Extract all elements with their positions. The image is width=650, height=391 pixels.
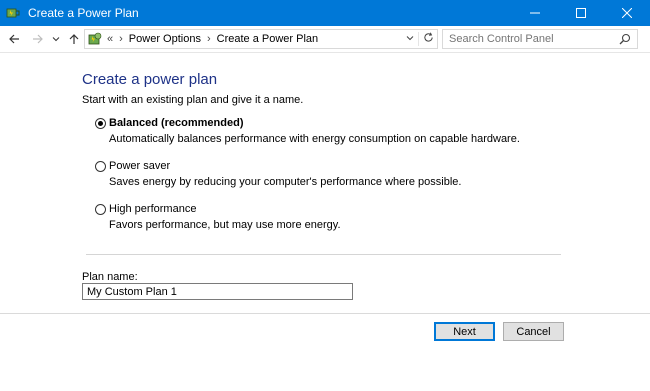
up-button[interactable] <box>67 28 81 50</box>
next-button[interactable]: Next <box>434 322 495 341</box>
divider <box>86 254 561 255</box>
refresh-icon <box>423 32 433 42</box>
option-label[interactable]: High performance <box>109 203 196 215</box>
footer-divider <box>0 313 650 314</box>
maximize-icon <box>576 8 586 18</box>
radio-power-saver[interactable] <box>95 161 106 172</box>
search-input[interactable] <box>443 32 621 46</box>
option-description: Saves energy by reducing your computer's… <box>109 176 462 188</box>
back-button[interactable] <box>6 28 22 50</box>
title-bar: Create a Power Plan <box>0 0 650 26</box>
address-dropdown-button[interactable] <box>402 34 418 45</box>
close-icon <box>622 8 632 18</box>
address-bar[interactable]: « › Power Options › Create a Power Plan <box>84 29 438 49</box>
option-label[interactable]: Balanced (recommended) <box>109 117 243 129</box>
option-label[interactable]: Power saver <box>109 160 170 172</box>
breadcrumb-create-power-plan[interactable]: Create a Power Plan <box>217 33 319 45</box>
arrow-right-icon <box>33 34 43 44</box>
arrow-left-icon <box>9 34 19 44</box>
page-subtitle: Start with an existing plan and give it … <box>82 94 304 106</box>
arrow-up-icon <box>69 34 79 44</box>
window-title: Create a Power Plan <box>28 6 139 20</box>
breadcrumb-overflow[interactable]: « <box>107 33 113 45</box>
search-box[interactable] <box>442 29 638 49</box>
radio-balanced[interactable] <box>95 118 106 129</box>
refresh-button[interactable] <box>418 32 437 46</box>
cancel-button[interactable]: Cancel <box>503 322 564 341</box>
plan-name-label: Plan name: <box>82 271 138 283</box>
page-title: Create a power plan <box>82 71 218 88</box>
maximize-button[interactable] <box>558 0 604 26</box>
recent-locations-button[interactable] <box>51 28 61 50</box>
plan-name-field[interactable] <box>82 283 353 300</box>
minimize-icon <box>530 12 540 14</box>
minimize-button[interactable] <box>512 0 558 26</box>
forward-button[interactable] <box>30 28 46 50</box>
breadcrumb-separator: › <box>119 33 123 45</box>
option-description: Automatically balances performance with … <box>109 133 520 145</box>
power-options-icon <box>6 6 20 20</box>
chevron-down-icon <box>52 37 60 42</box>
close-button[interactable] <box>604 0 650 26</box>
radio-high-performance[interactable] <box>95 204 106 215</box>
breadcrumb-separator: › <box>206 33 211 45</box>
control-panel-icon <box>87 31 103 47</box>
option-description: Favors performance, but may use more ene… <box>109 219 341 231</box>
chevron-down-icon <box>406 35 414 40</box>
search-icon[interactable] <box>619 33 631 48</box>
breadcrumb-power-options[interactable]: Power Options <box>129 33 201 45</box>
navigation-bar: « › Power Options › Create a Power Plan <box>0 26 650 53</box>
